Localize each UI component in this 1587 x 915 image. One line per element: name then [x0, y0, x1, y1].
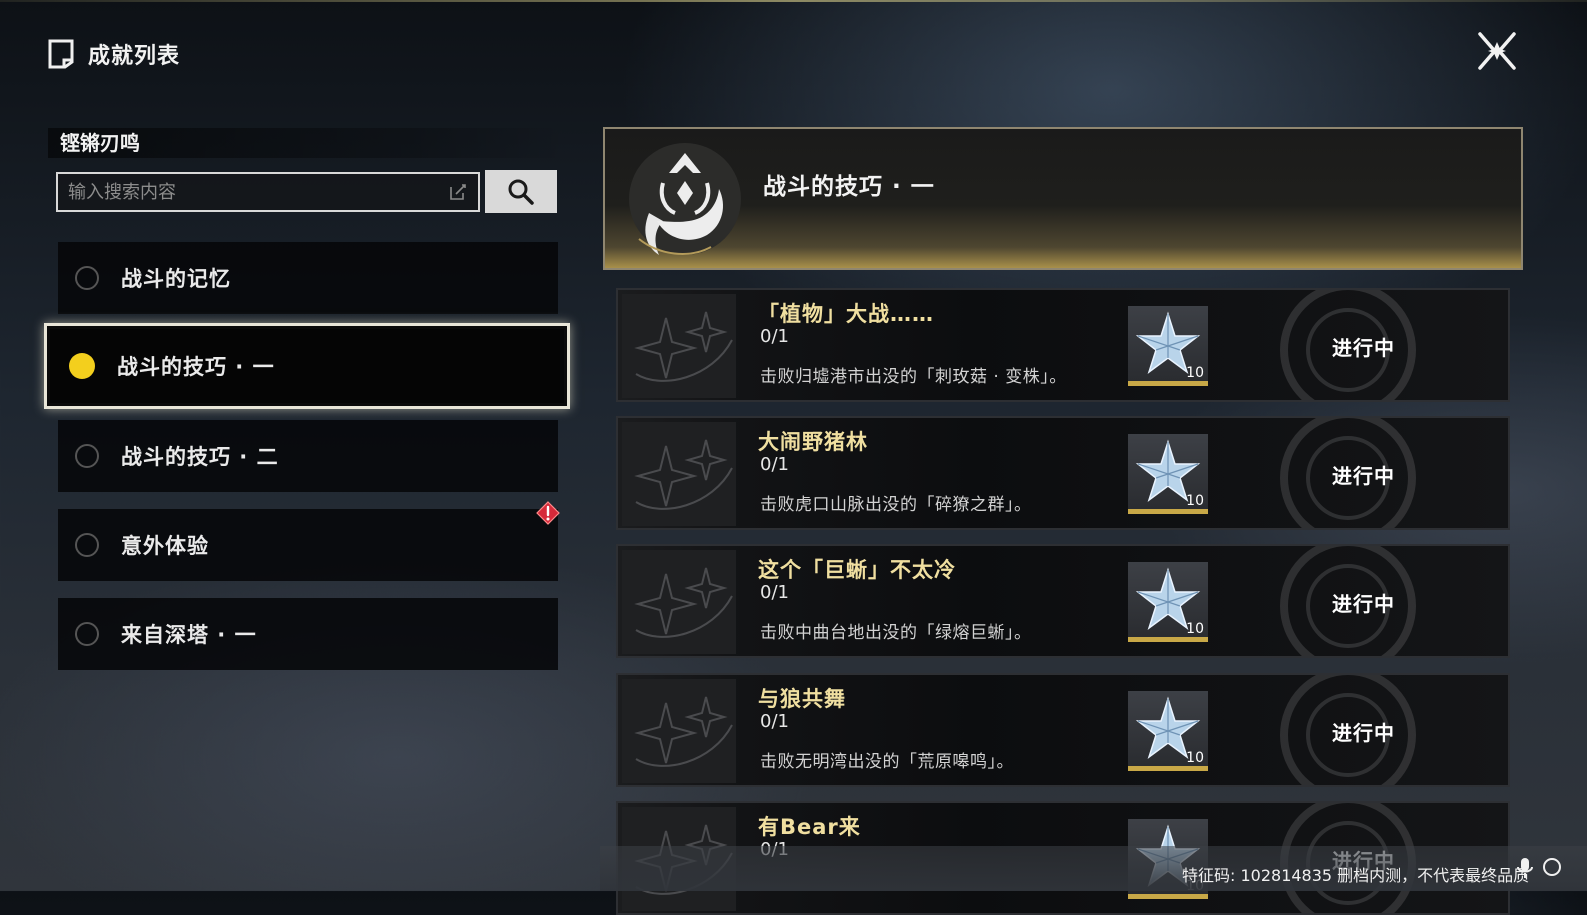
achievement-thumbnail [622, 294, 736, 398]
achievement-list-icon [48, 39, 74, 69]
sparkle-icon [634, 311, 733, 382]
sidebar-item-unexpected-experience[interactable]: 意外体验 [58, 509, 558, 581]
achievement-name: 大闹野猪林 [758, 430, 868, 454]
reward-quantity: 10 [1186, 750, 1204, 766]
achievement-status: 进行中 [1332, 464, 1395, 488]
achievement-progress: 0/1 [760, 454, 789, 475]
achievement-name: 有Bear来 [758, 815, 861, 839]
sidebar-item-label: 来自深塔 · 一 [121, 623, 257, 647]
reward-quantity: 10 [1186, 493, 1204, 509]
search-button[interactable] [485, 170, 557, 213]
sidebar-item-label: 意外体验 [121, 534, 209, 558]
sidebar-item-label: 战斗的技巧 · 二 [121, 445, 279, 469]
sidebar-item-label: 战斗的技巧 · 一 [117, 355, 275, 379]
emblem-icon [629, 143, 741, 255]
achievement-progress: 0/1 [760, 711, 789, 732]
achievement-thumbnail [622, 550, 736, 654]
radio-icon [75, 266, 99, 290]
category-title: 铿锵刃鸣 [48, 128, 568, 158]
search-input[interactable] [58, 173, 448, 211]
sidebar-item-battle-memory[interactable]: 战斗的记忆 [58, 242, 558, 314]
edit-icon [450, 184, 466, 200]
achievement-row: 这个「巨蜥」不太冷 0/1 击败中曲台地出没的「绿熔巨蜥」。 10 进行中 [616, 544, 1510, 658]
circle-icon[interactable] [1542, 857, 1562, 877]
achievement-thumbnail [622, 422, 736, 526]
achievement-row: 「植物」大战…… 0/1 击败归墟港市出没的「刺玫菇 · 变株」。 10 进行中 [616, 288, 1510, 402]
sparkle-icon [634, 696, 733, 767]
achievement-name: 与狼共舞 [758, 687, 846, 711]
sparkle-icon [634, 439, 733, 510]
header: 成就列表 [46, 38, 180, 70]
reward-quantity: 10 [1186, 365, 1204, 381]
reward-item[interactable]: 10 [1128, 306, 1208, 386]
alert-icon [536, 501, 560, 525]
achievement-name: 这个「巨蜥」不太冷 [758, 558, 956, 582]
achievement-description: 击败无明湾出没的「荒原嗥鸣」。 [760, 752, 1014, 772]
achievement-description: 击败虎口山脉出没的「碎獠之群」。 [760, 495, 1032, 515]
close-icon[interactable] [1474, 28, 1520, 74]
achievement-status: 进行中 [1332, 592, 1395, 616]
reward-item[interactable]: 10 [1128, 434, 1208, 514]
achievement-status: 进行中 [1332, 721, 1395, 745]
sidebar-item-battle-skill-2[interactable]: 战斗的技巧 · 二 [58, 420, 558, 492]
banner-title: 战斗的技巧 · 一 [763, 174, 935, 200]
achievement-description: 击败中曲台地出没的「绿熔巨蜥」。 [760, 623, 1032, 643]
achievement-row: 与狼共舞 0/1 击败无明湾出没的「荒原嗥鸣」。 10 进行中 [616, 673, 1510, 787]
achievement-row: 大闹野猪林 0/1 击败虎口山脉出没的「碎獠之群」。 10 进行中 [616, 416, 1510, 530]
reward-item[interactable]: 10 [1128, 562, 1208, 642]
achievement-status: 进行中 [1332, 336, 1395, 360]
sidebar-item-battle-skill-1[interactable]: 战斗的技巧 · 一 [44, 323, 570, 409]
sidebar-item-label: 战斗的记忆 [121, 267, 231, 291]
reward-item[interactable]: 10 [1128, 691, 1208, 771]
achievement-progress: 0/1 [760, 326, 789, 347]
radio-icon [75, 444, 99, 468]
achievement-progress: 0/1 [760, 582, 789, 603]
radio-icon [75, 533, 99, 557]
top-border [0, 0, 1587, 2]
watermark-text: 特征码: 102814835 删档内测，不代表最终品质 [1182, 866, 1530, 885]
achievement-thumbnail [622, 679, 736, 783]
sparkle-icon [634, 567, 733, 638]
achievement-description: 击败归墟港市出没的「刺玫菇 · 变株」。 [760, 367, 1067, 387]
sidebar-item-deep-tower-1[interactable]: 来自深塔 · 一 [58, 598, 558, 670]
search-icon [508, 179, 534, 205]
mic-icon[interactable] [1516, 857, 1534, 879]
radio-selected-icon [69, 353, 95, 379]
category-banner: 战斗的技巧 · 一 [603, 127, 1523, 270]
radio-icon [75, 622, 99, 646]
page-title: 成就列表 [88, 44, 181, 69]
achievement-name: 「植物」大战…… [758, 302, 934, 326]
reward-quantity: 10 [1186, 621, 1204, 637]
search-field [56, 172, 480, 212]
